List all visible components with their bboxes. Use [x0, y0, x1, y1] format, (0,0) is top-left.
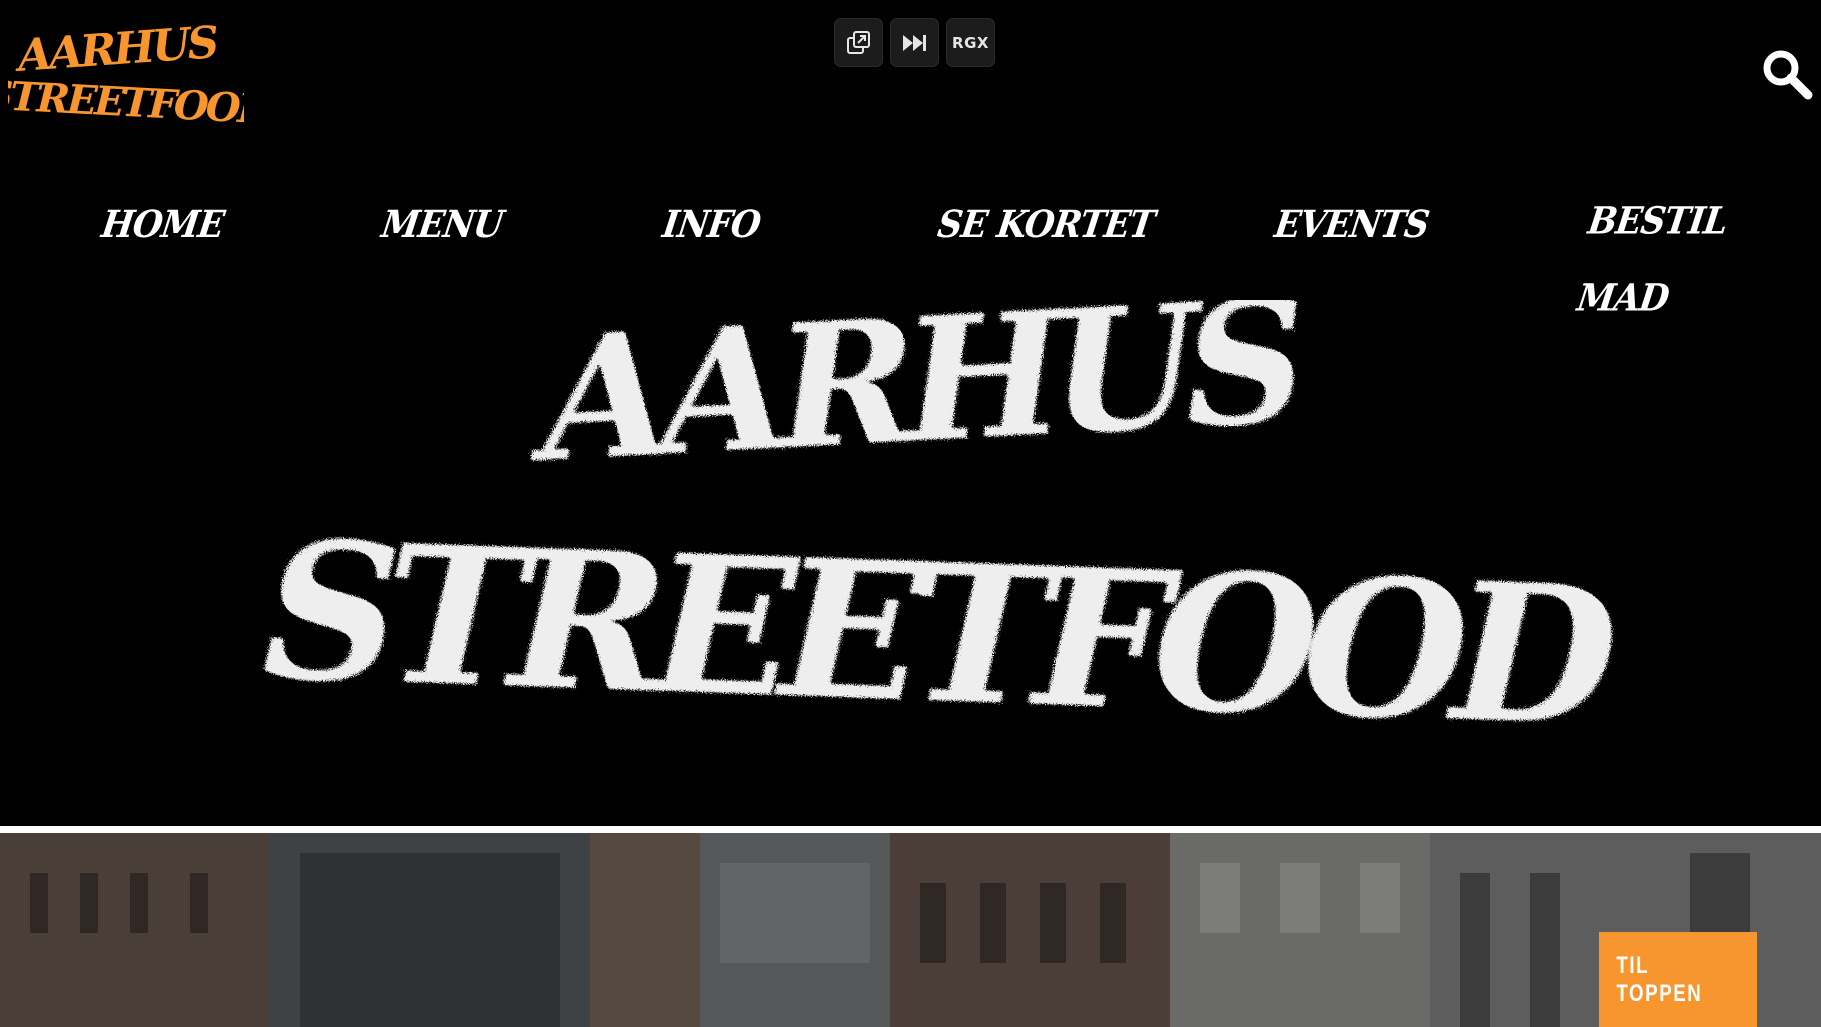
- skip-forward-icon: [902, 34, 926, 51]
- rgx-label: RGX: [952, 33, 989, 52]
- logo-line2: STREETFOOD: [8, 72, 244, 130]
- popout-button[interactable]: [834, 18, 883, 67]
- site-logo[interactable]: AARHUS STREETFOOD: [8, 12, 244, 130]
- rgx-button[interactable]: RGX: [946, 18, 995, 67]
- nav-item-menu[interactable]: MENU: [377, 187, 508, 264]
- hero-line1: AARHUS: [522, 300, 1305, 501]
- background-photo: [0, 833, 1821, 1027]
- hero-line2: STREETFOOD: [260, 499, 1620, 769]
- nav-item-events[interactable]: EVENTS: [1270, 187, 1434, 264]
- logo-line1: AARHUS: [12, 17, 219, 82]
- extension-toolbar: RGX: [834, 18, 995, 67]
- section-divider: [0, 826, 1821, 833]
- popout-icon: [846, 30, 870, 54]
- nav-item-info[interactable]: INFO: [658, 187, 766, 264]
- hero-logo: AARHUS STREETFOOD: [260, 300, 1620, 769]
- search-icon[interactable]: [1761, 48, 1813, 100]
- main-nav: HOME MENU INFO SE KORTET EVENTS BESTIL M…: [0, 190, 1821, 321]
- nav-item-home[interactable]: HOME: [97, 187, 229, 264]
- back-to-top-button[interactable]: TIL TOPPEN: [1599, 932, 1757, 1027]
- nav-item-se-kortet[interactable]: SE KORTET: [933, 187, 1160, 264]
- back-to-top-label: TIL TOPPEN: [1616, 951, 1703, 1007]
- skip-forward-button[interactable]: [890, 18, 939, 67]
